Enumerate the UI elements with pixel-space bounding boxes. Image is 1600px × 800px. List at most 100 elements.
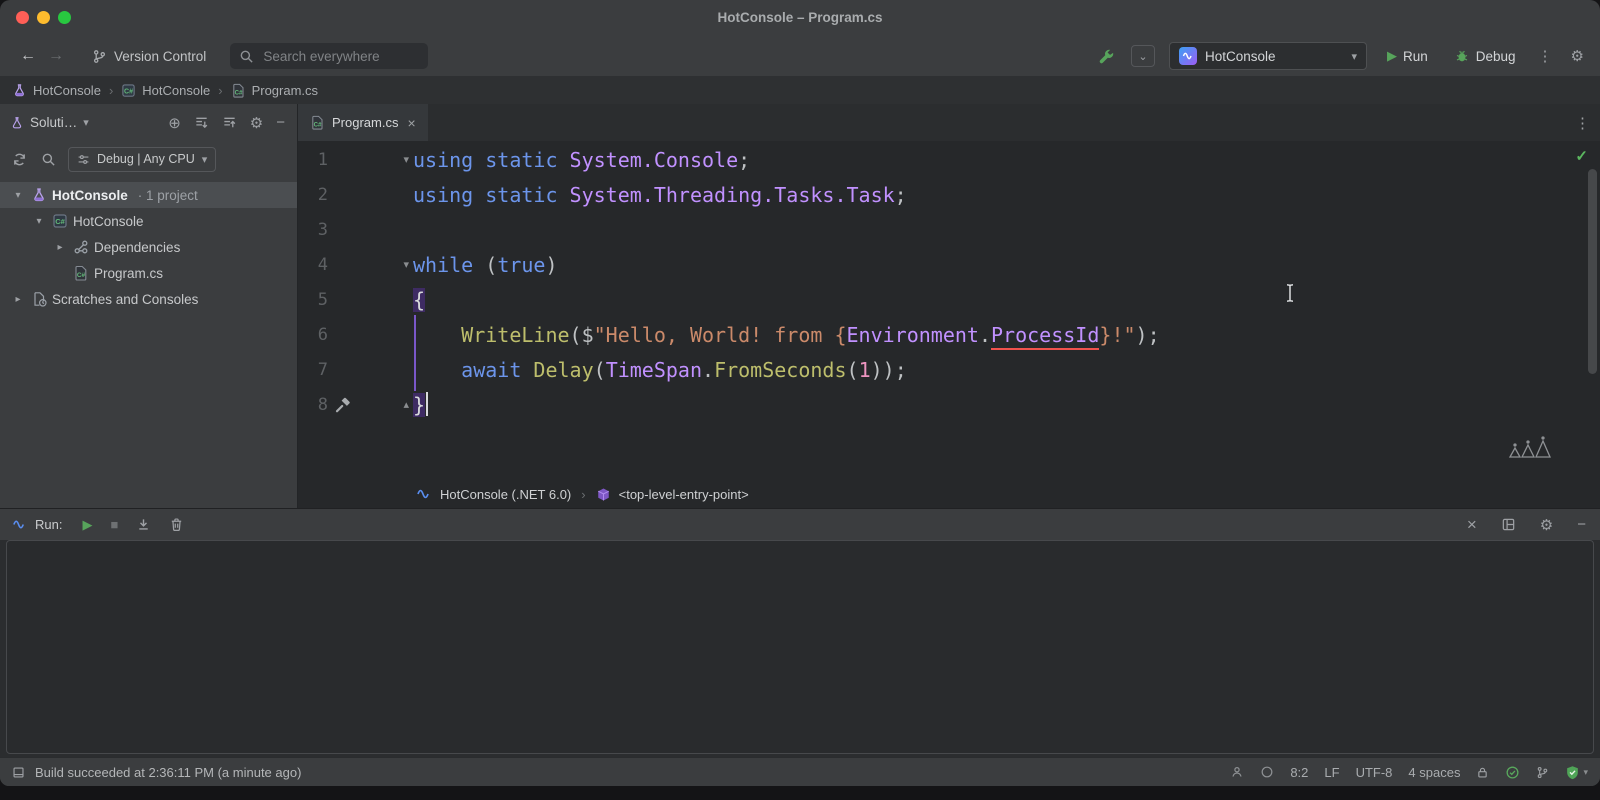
tool-window-settings-icon[interactable]: ⚙ xyxy=(248,112,265,134)
code-token: System.Console xyxy=(570,148,739,172)
view-selector-label: Soluti… xyxy=(30,115,77,130)
gutter-line-7[interactable]: 7 xyxy=(298,353,413,388)
gutter-line-5[interactable]: 5 xyxy=(298,283,413,318)
expand-all-icon[interactable] xyxy=(192,113,211,132)
clear-console-icon[interactable] xyxy=(167,515,186,534)
run-label: Run xyxy=(1403,49,1428,64)
debug-label: Debug xyxy=(1476,49,1516,64)
build-solution-button[interactable] xyxy=(1096,46,1117,67)
version-control-widget[interactable]: Version Control xyxy=(92,49,206,64)
tree-item-program-cs[interactable]: C#Program.cs xyxy=(0,260,297,286)
run-button[interactable]: ▶ Run xyxy=(1381,47,1434,65)
code-line-8[interactable]: } xyxy=(413,388,1600,423)
checks-passed-icon[interactable] xyxy=(1505,765,1520,780)
breadcrumb-project-label[interactable]: HotConsole (.NET 6.0) xyxy=(440,487,571,502)
forward-button[interactable]: → xyxy=(42,45,70,67)
code-line-6[interactable]: WriteLine($"Hello, World! from {Environm… xyxy=(413,318,1600,353)
gutter-line-8[interactable]: 8▴ xyxy=(298,388,413,423)
hide-panel-icon[interactable]: − xyxy=(1575,514,1588,535)
close-panel-icon[interactable]: × xyxy=(1465,513,1479,537)
chart-widget-icon[interactable] xyxy=(1508,433,1554,459)
tree-item-hotconsole[interactable]: ▾HotConsole· 1 project xyxy=(0,182,297,208)
breadcrumb-solution[interactable]: HotConsole xyxy=(12,83,101,98)
build-configuration-selector[interactable]: Debug | Any CPU ▾ xyxy=(68,147,216,172)
readonly-lock-icon[interactable] xyxy=(1476,766,1489,779)
chevron-right-icon[interactable]: ▸ xyxy=(10,294,26,305)
rerun-play-icon[interactable]: ▶ xyxy=(80,515,94,535)
code-with-me-icon[interactable] xyxy=(1230,765,1244,779)
code-editor[interactable]: 1▾234▾5678▴ using static System.Console;… xyxy=(298,141,1600,480)
tree-item-scratches-and-consoles[interactable]: ▸Scratches and Consoles xyxy=(0,286,297,312)
chevron-down-icon[interactable]: ▾ xyxy=(31,216,47,227)
more-actions-button[interactable]: ⋮ xyxy=(1536,45,1555,67)
run-console-output[interactable] xyxy=(6,540,1594,754)
line-separator-widget[interactable]: LF xyxy=(1324,765,1339,780)
breadcrumb: HotConsole › C# HotConsole › C# Program.… xyxy=(0,76,1600,104)
breadcrumb-entry-label[interactable]: <top-level-entry-point> xyxy=(619,487,749,502)
scratches-icon xyxy=(30,291,48,307)
settings-gear-icon[interactable]: ⚙ xyxy=(1569,45,1586,67)
panel-settings-gear-icon[interactable]: ⚙ xyxy=(1538,514,1555,536)
hide-tool-window-icon[interactable]: − xyxy=(274,112,287,133)
breadcrumb-file[interactable]: C# Program.cs xyxy=(231,83,318,98)
csharp-project-icon: C# xyxy=(121,83,136,98)
tool-windows-icon[interactable] xyxy=(12,766,25,779)
code-token: TimeSpan xyxy=(606,358,702,382)
gutter-line-1[interactable]: 1▾ xyxy=(298,143,413,178)
git-branch-icon[interactable] xyxy=(1536,766,1549,779)
code-token: FromSeconds xyxy=(714,358,846,382)
tree-item-label: HotConsole xyxy=(52,188,128,203)
status-bar: Build succeeded at 2:36:11 PM (a minute … xyxy=(0,757,1600,786)
chevron-right-icon[interactable]: ▸ xyxy=(52,242,68,253)
gutter-line-4[interactable]: 4▾ xyxy=(298,248,413,283)
caret-position-widget[interactable]: 8:2 xyxy=(1290,765,1308,780)
view-selector[interactable]: Soluti… ▾ xyxy=(10,115,89,130)
debug-button[interactable]: Debug xyxy=(1448,47,1522,65)
build-options-dropdown[interactable]: ⌄ xyxy=(1131,45,1155,67)
collapse-all-icon[interactable] xyxy=(220,113,239,132)
code-token: 1 xyxy=(859,358,871,382)
editor-code-area[interactable]: using static System.Console;using static… xyxy=(413,143,1600,423)
layout-settings-icon[interactable] xyxy=(1499,515,1518,534)
search-tree-icon[interactable] xyxy=(39,150,58,169)
tree-item-dependencies[interactable]: ▸Dependencies xyxy=(0,234,297,260)
stop-icon[interactable]: ■ xyxy=(108,515,120,534)
breadcrumb-project[interactable]: C# HotConsole xyxy=(121,83,210,98)
status-message[interactable]: Build succeeded at 2:36:11 PM (a minute … xyxy=(35,765,301,780)
locate-file-icon[interactable]: ⊕ xyxy=(166,112,183,134)
chevron-down-icon[interactable]: ▾ xyxy=(10,190,26,201)
fold-marker-icon[interactable]: ▾ xyxy=(403,248,409,283)
editor-scrollbar[interactable] xyxy=(1588,169,1597,374)
breadcrumb-separator: › xyxy=(579,487,587,502)
gutter-line-3[interactable]: 3 xyxy=(298,213,413,248)
solution-explorer: Soluti… ▾ ⊕ ⚙ − Debug | Any CPU ▾ ▾ HotCo… xyxy=(0,104,298,508)
code-line-1[interactable]: using static System.Console; xyxy=(413,143,1600,178)
tab-program-cs[interactable]: C# Program.cs × xyxy=(298,104,428,141)
fold-marker-icon[interactable]: ▴ xyxy=(403,388,409,423)
svg-text:C#: C# xyxy=(234,89,242,96)
editor-options-icon[interactable]: ⋮ xyxy=(1575,114,1590,132)
code-line-4[interactable]: while (true) xyxy=(413,248,1600,283)
gutter-line-2[interactable]: 2 xyxy=(298,178,413,213)
inspections-ok-icon[interactable]: ✓ xyxy=(1575,147,1588,165)
code-line-7[interactable]: await Delay(TimeSpan.FromSeconds(1)); xyxy=(413,353,1600,388)
fold-marker-icon[interactable]: ▾ xyxy=(403,143,409,178)
search-everywhere-field[interactable] xyxy=(230,43,428,69)
solution-analysis-widget[interactable]: ▾ xyxy=(1565,765,1588,780)
code-line-3[interactable] xyxy=(413,213,1600,248)
code-line-2[interactable]: using static System.Threading.Tasks.Task… xyxy=(413,178,1600,213)
close-tab-icon[interactable]: × xyxy=(407,115,415,131)
indent-widget[interactable]: 4 spaces xyxy=(1408,765,1460,780)
encoding-widget[interactable]: UTF-8 xyxy=(1356,765,1393,780)
scroll-to-end-icon[interactable] xyxy=(134,515,153,534)
code-line-5[interactable]: { xyxy=(413,283,1600,318)
code-token: ); xyxy=(1136,323,1160,347)
run-config-selector[interactable]: HotConsole ▾ xyxy=(1169,42,1367,70)
search-input[interactable] xyxy=(261,48,442,65)
line-number: 3 xyxy=(306,213,328,248)
gutter-line-6[interactable]: 6 xyxy=(298,318,413,353)
notifications-icon[interactable] xyxy=(1260,765,1274,779)
back-button[interactable]: ← xyxy=(14,45,42,67)
refresh-icon[interactable] xyxy=(10,150,29,169)
tree-item-hotconsole[interactable]: ▾C#HotConsole xyxy=(0,208,297,234)
